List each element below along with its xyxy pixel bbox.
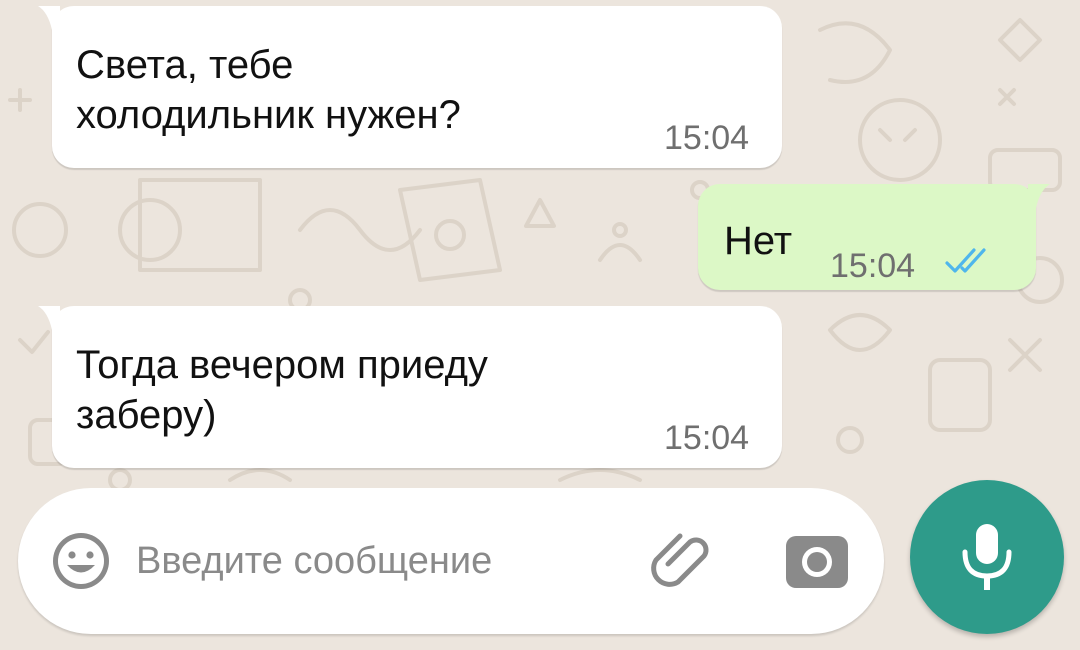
message-text: Тогда вечером приеду заберу): [76, 343, 488, 437]
message-time: 15:04: [830, 247, 916, 285]
emoji-icon[interactable]: [50, 530, 112, 592]
microphone-icon: [962, 524, 1012, 590]
message-time: 15:04: [664, 119, 750, 157]
double-check-icon: [945, 248, 986, 273]
bubble-tail: [38, 6, 60, 30]
bubble-tail: [38, 306, 60, 330]
message-text: Нет: [724, 219, 793, 263]
message-input[interactable]: [136, 530, 606, 592]
bubble-tail: [1028, 184, 1050, 208]
paperclip-icon[interactable]: [646, 524, 722, 600]
message-composer: [18, 488, 884, 634]
voice-record-button[interactable]: [910, 480, 1064, 634]
message-text: Света, тебе холодильник нужен?: [76, 43, 461, 137]
message-bubble-incoming[interactable]: Света, тебе холодильник нужен? 15:04: [38, 6, 782, 168]
camera-icon[interactable]: [784, 530, 850, 592]
message-bubble-incoming[interactable]: Тогда вечером приеду заберу) 15:04: [38, 306, 782, 468]
message-time: 15:04: [664, 419, 750, 457]
message-bubble-outgoing[interactable]: Нет 15:04: [698, 184, 1050, 290]
